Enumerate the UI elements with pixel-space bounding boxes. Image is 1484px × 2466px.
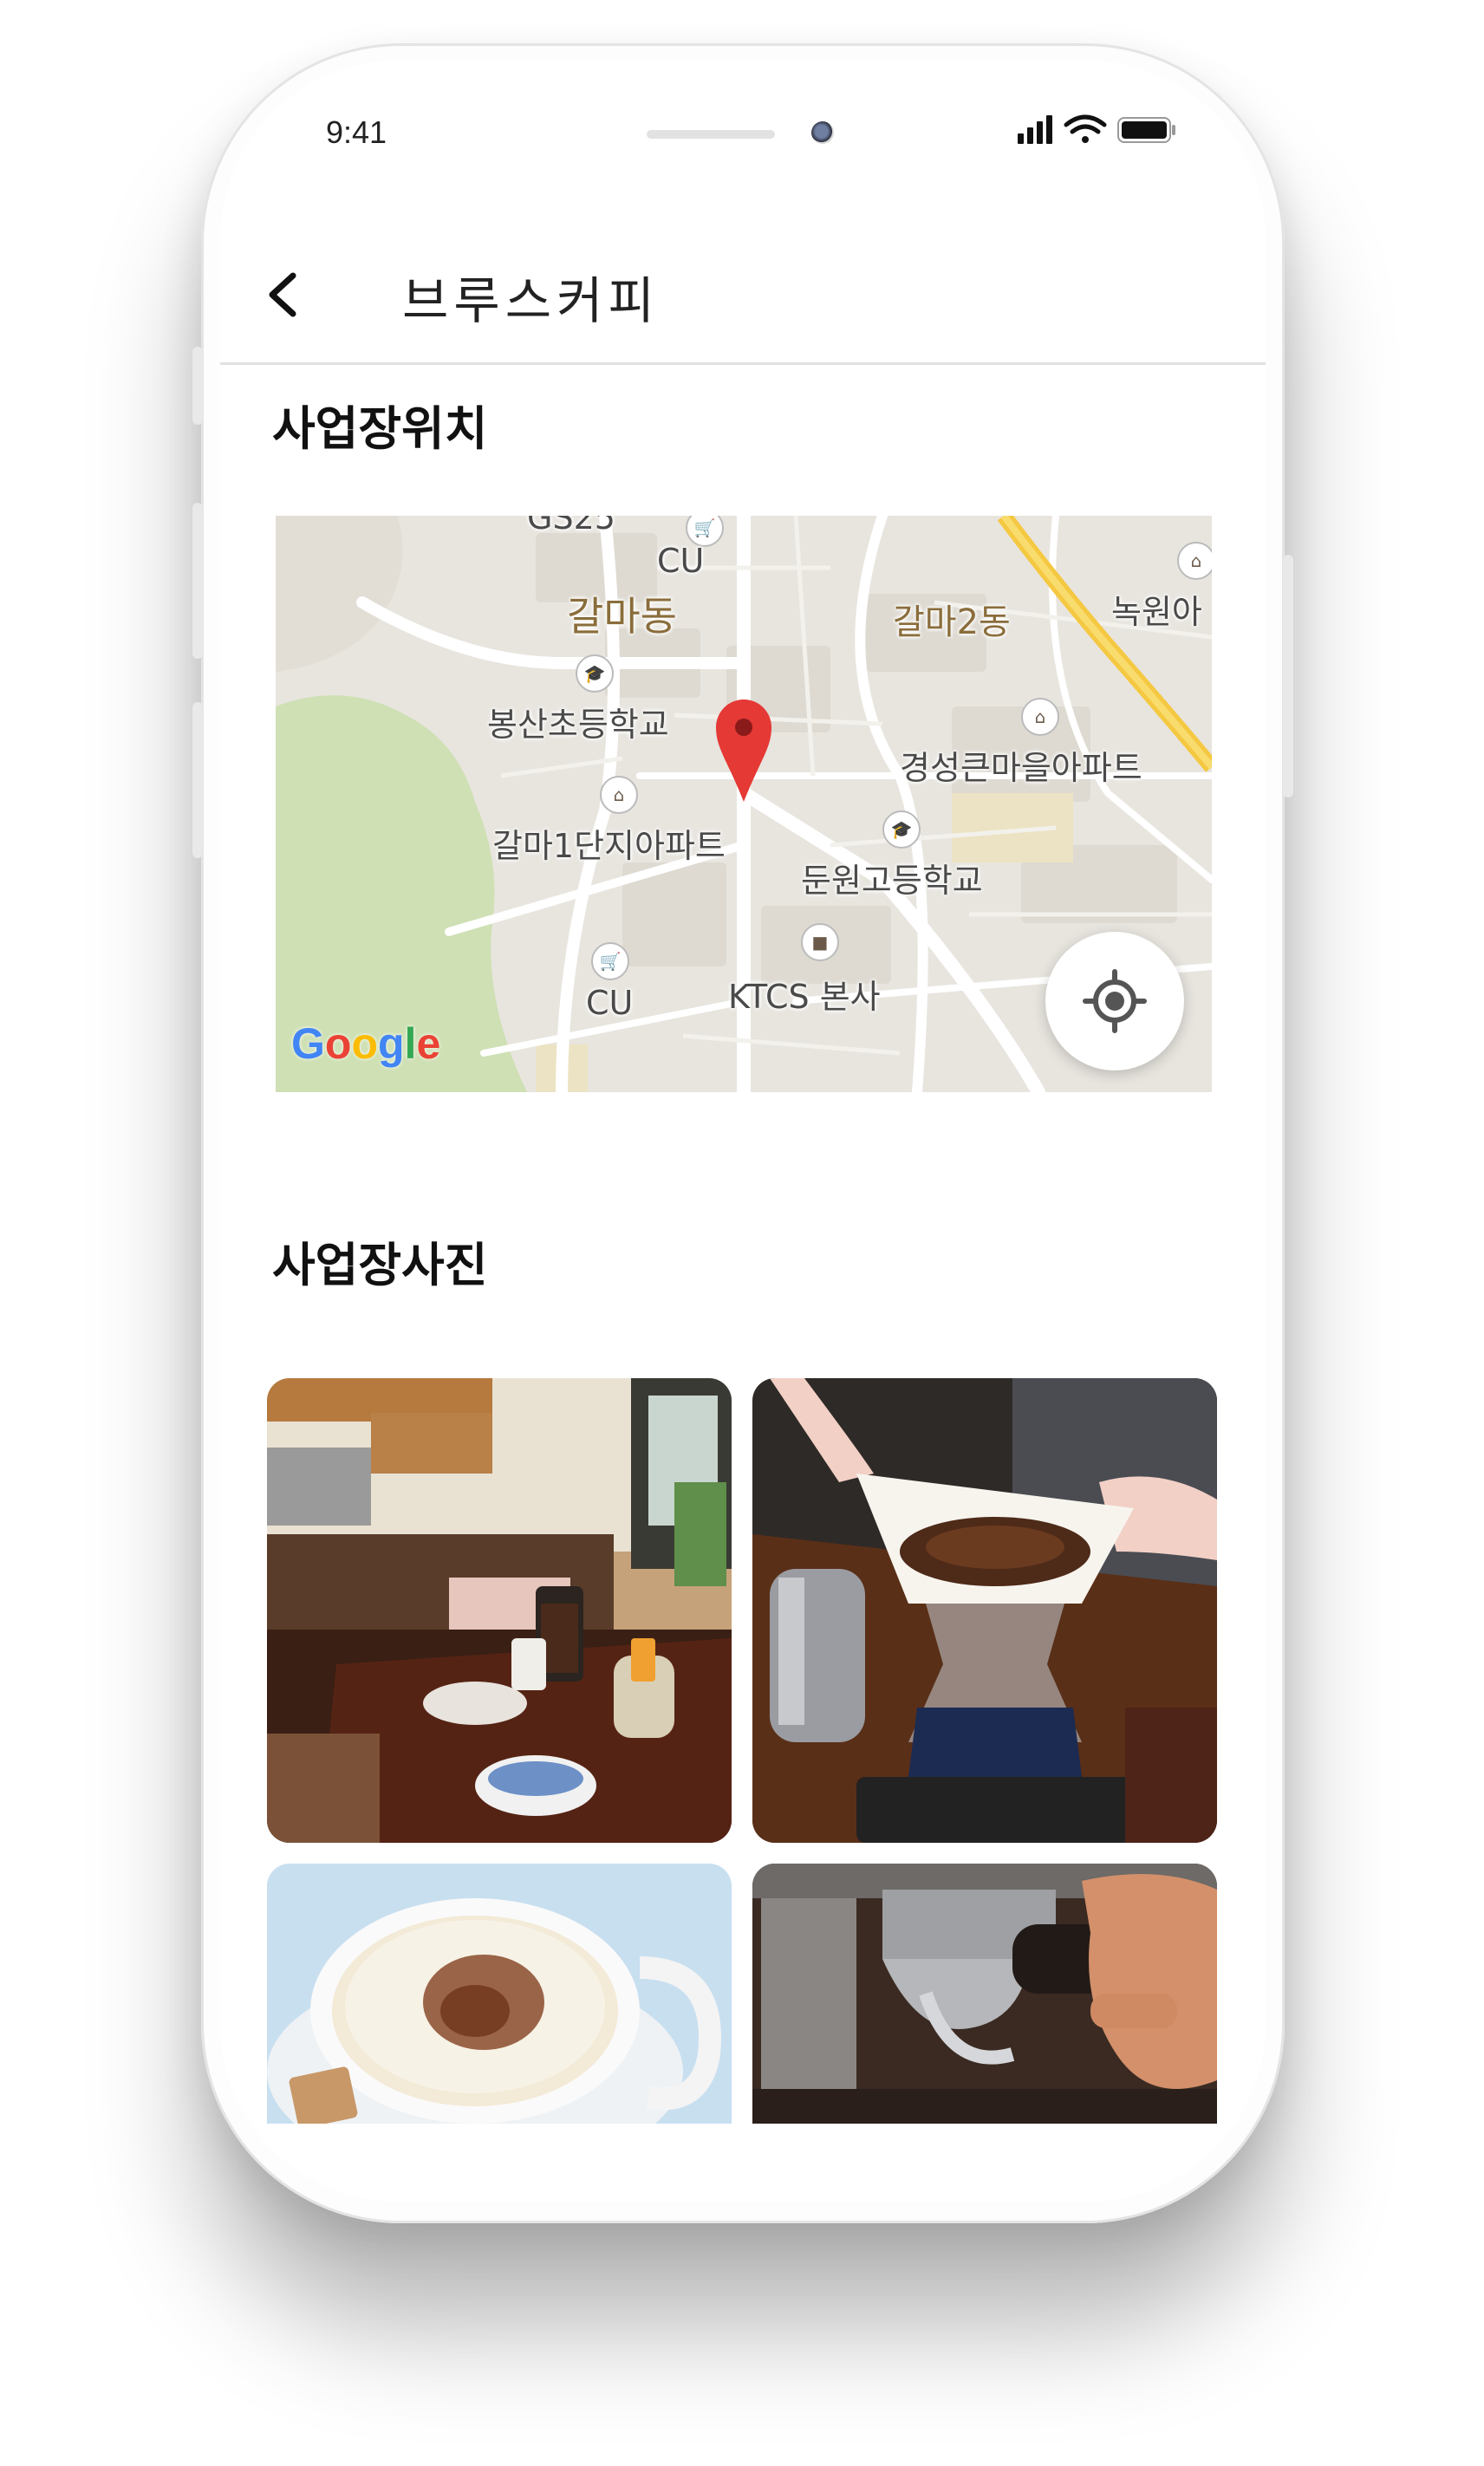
photos-section-title: 사업장사진 — [272, 1238, 488, 1292]
business-photo-pour-over[interactable] — [752, 1378, 1217, 1843]
phone-power-button — [1283, 555, 1293, 797]
business-location-map[interactable]: 🛒 🎓 ⌂ ⌂ ⌂ 🎓 🛒 ■ GS25 CU 갈마동 갈마2동 녹원아 봉산초… — [276, 516, 1212, 1092]
page-title: 브루스커피 — [402, 271, 660, 330]
phone-volume-up — [192, 503, 203, 659]
location-section-title: 사업장위치 — [272, 401, 488, 456]
front-camera — [811, 121, 834, 144]
battery-icon — [1117, 117, 1175, 143]
map-label-cu-top: CU — [657, 542, 705, 580]
school-icon: 🎓 — [882, 810, 921, 849]
wifi-icon — [1064, 114, 1107, 143]
home-icon: ⌂ — [1177, 542, 1212, 580]
status-bar: 9:41 — [220, 61, 1266, 217]
back-button[interactable] — [258, 269, 310, 321]
business-photo-espresso-machine[interactable] — [752, 1864, 1217, 2124]
business-photo-cafe-interior[interactable] — [267, 1378, 732, 1843]
map-label-gs25: GS25 — [527, 516, 615, 537]
phone-volume-down — [192, 702, 203, 858]
store-icon: 🛒 — [591, 942, 629, 980]
app-header: 브루스커피 — [220, 224, 1266, 365]
speaker-grille — [647, 130, 775, 139]
my-location-button[interactable] — [1045, 932, 1184, 1070]
pour-over-coffee-image — [752, 1378, 1217, 1843]
my-location-icon — [1083, 969, 1147, 1033]
building-icon: ■ — [801, 923, 839, 961]
map-label-ktcs: KTCS 본사 — [728, 978, 881, 1016]
google-attribution: Google — [291, 1019, 441, 1068]
chevron-left-icon — [269, 272, 296, 317]
cellular-signal-icon — [1018, 115, 1052, 144]
school-icon: 🎓 — [576, 654, 614, 693]
phone-mute-switch — [192, 347, 203, 425]
map-label-gyeongseong-apt: 경성큰마을아파트 — [900, 749, 1142, 787]
status-time: 9:41 — [326, 114, 387, 150]
map-label-galmadong: 갈마동 — [567, 593, 677, 640]
map-label-galma2dong: 갈마2동 — [893, 602, 1011, 642]
map-label-dunwon-school: 둔원고등학교 — [801, 862, 983, 900]
map-label-nokwon: 녹원아 — [1111, 593, 1202, 631]
map-label-cu-bottom: CU — [586, 984, 634, 1022]
map-label-bongsan-school: 봉산초등학교 — [487, 706, 669, 744]
espresso-machine-image — [752, 1864, 1217, 2124]
home-icon: ⌂ — [1021, 698, 1059, 736]
status-icons — [1018, 114, 1175, 144]
map-label-galma1-apt: 갈마1단지아파트 — [492, 827, 726, 865]
cafe-interior-image — [267, 1378, 732, 1843]
home-icon: ⌂ — [600, 776, 638, 814]
business-photo-cappuccino[interactable] — [267, 1864, 732, 2124]
cappuccino-image — [267, 1864, 732, 2124]
app-screen: 9:41 브루스커피 사업장위치 🛒 🎓 ⌂ ⌂ ⌂ 🎓 🛒 ■ GS25 CU… — [220, 61, 1266, 2202]
